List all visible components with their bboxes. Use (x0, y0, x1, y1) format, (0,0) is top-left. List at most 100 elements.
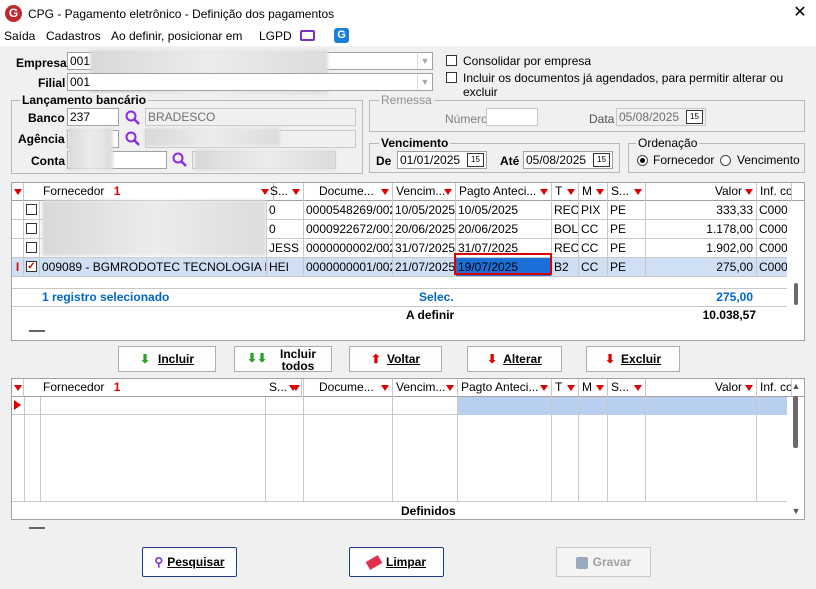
app-shortcut-icon[interactable]: G (334, 28, 349, 43)
filial-select[interactable]: 001 (67, 73, 433, 91)
cell-m: CC (579, 239, 608, 257)
col-s2[interactable]: S... (608, 379, 646, 397)
cell-s: 0 (267, 201, 304, 219)
numero-input[interactable] (486, 108, 538, 126)
monitor-icon[interactable] (300, 30, 315, 41)
cell-t: BOL (554, 220, 579, 238)
scroll-up-icon[interactable]: ▲ (790, 381, 802, 393)
ordenacao-fornecedor-radio[interactable] (637, 155, 648, 166)
cell-s2: PE (608, 258, 646, 276)
resize-handle[interactable] (29, 330, 45, 332)
filter-icon[interactable] (12, 379, 24, 397)
chevron-down-icon[interactable]: ▼ (417, 74, 432, 90)
voltar-button[interactable]: ⬆ Voltar (349, 346, 442, 372)
row-checkbox[interactable] (26, 223, 37, 234)
cell-s: HEI (267, 258, 304, 276)
row-checkbox-checked[interactable]: ✓ (26, 261, 37, 272)
col-s2[interactable]: S... (608, 183, 646, 201)
scrollbar-thumb[interactable] (794, 283, 798, 305)
definidos-label: Definidos (401, 504, 456, 518)
col-inf[interactable]: Inf. co (757, 379, 792, 397)
col-s[interactable]: S... (267, 183, 304, 201)
col-t[interactable]: T (552, 183, 579, 201)
empty-row-current[interactable] (12, 397, 787, 415)
cell-fornecedor: 009089 - BGMRODOTEC TECNOLOGIA E I... (42, 258, 267, 276)
incluir-button[interactable]: ⬇ Incluir (118, 346, 216, 372)
col-fornecedor[interactable]: Fornecedor 1 (40, 379, 302, 397)
redacted-agencia-name (145, 128, 280, 146)
col-m[interactable]: M (579, 379, 608, 397)
row-checkbox[interactable] (26, 204, 37, 215)
col-inf[interactable]: Inf. co (757, 183, 792, 201)
calendar-icon[interactable]: 15 (593, 153, 610, 167)
consolidar-checkbox[interactable] (446, 55, 457, 66)
pending-grid-header: Fornecedor 1 S... Docume... Vencim... Pa… (12, 183, 804, 201)
search-icon[interactable] (125, 110, 141, 126)
remessa-title: Remessa (379, 93, 434, 107)
col-valor[interactable]: Valor (646, 379, 757, 397)
empresa-code: 001 (70, 54, 91, 68)
ordenacao-vencimento-label: Vencimento (737, 153, 800, 167)
excluir-button[interactable]: ⬇ Excluir (586, 346, 680, 372)
window-title: CPG - Pagamento eletrônico - Definição d… (28, 7, 335, 21)
cell-s2: PE (608, 220, 646, 238)
selec-value: 275,00 (716, 290, 753, 304)
col-t[interactable]: T (552, 379, 579, 397)
menu-ao-definir[interactable]: Ao definir, posicionar em (111, 29, 242, 43)
ordenacao-vencimento-radio[interactable] (720, 155, 731, 166)
eraser-icon (365, 555, 383, 571)
table-row-selected[interactable]: I ✓ 009089 - BGMRODOTEC TECNOLOGIA E I..… (12, 258, 787, 277)
defined-grid-header: Fornecedor 1 S... Docume... Vencim... Pa… (12, 379, 804, 397)
ordenacao-title: Ordenação (636, 136, 700, 150)
cell-inf: C000 (759, 222, 787, 236)
cell-t: REC (554, 239, 579, 257)
resize-handle[interactable] (29, 527, 45, 529)
calendar-icon[interactable]: 15 (686, 110, 703, 124)
redacted-fornecedores (42, 200, 266, 256)
row-checkbox[interactable] (26, 242, 37, 253)
scrollbar-thumb[interactable] (793, 396, 798, 448)
ate-label: Até (500, 154, 520, 168)
lancamento-title: Lançamento bancário (20, 93, 149, 107)
pesquisar-button[interactable]: ⚲ Pesquisar (142, 547, 237, 577)
scroll-down-icon[interactable]: ▼ (790, 506, 802, 518)
cell-s: JESS (267, 239, 304, 257)
col-pagto[interactable]: Pagto Anteci... (458, 379, 552, 397)
cell-documento: 0000548269/002 (306, 201, 393, 219)
filial-code: 001 (70, 75, 91, 89)
col-vencimento[interactable]: Vencim... (393, 183, 456, 201)
col-pagto[interactable]: Pagto Anteci... (456, 183, 552, 201)
col-s[interactable]: S... (266, 379, 304, 397)
alterar-button[interactable]: ⬇ Alterar (467, 346, 562, 372)
cell-pagto[interactable]: 20/06/2025 (456, 220, 552, 238)
col-documento[interactable]: Docume... (304, 183, 393, 201)
filter-icon[interactable] (12, 183, 24, 201)
banco-code-input[interactable]: 237 (67, 108, 119, 126)
row-cursor-icon: I (12, 258, 24, 276)
consolidar-label: Consolidar por empresa (463, 54, 592, 68)
cell-m: CC (579, 220, 608, 238)
col-vencimento[interactable]: Vencim... (393, 379, 458, 397)
cell-t: REC (554, 201, 579, 219)
gravar-button[interactable]: Gravar (556, 547, 651, 577)
search-icon[interactable] (172, 152, 188, 168)
chevron-down-icon[interactable]: ▼ (417, 53, 432, 69)
col-fornecedor[interactable]: Fornecedor 1 (40, 183, 274, 201)
save-icon (575, 556, 588, 569)
incluir-agendados-checkbox[interactable] (446, 72, 457, 83)
menu-cadastros[interactable]: Cadastros (46, 29, 101, 43)
col-documento[interactable]: Docume... (304, 379, 393, 397)
close-button[interactable]: ✕ (790, 3, 810, 23)
col-valor[interactable]: Valor (646, 183, 757, 201)
menu-lgpd[interactable]: LGPD (259, 29, 292, 43)
arrows-down-green-icon: ⬇⬇ (247, 351, 268, 365)
menu-saida[interactable]: Saída (4, 29, 35, 43)
limpar-button[interactable]: Limpar (349, 547, 444, 577)
col-m[interactable]: M (579, 183, 608, 201)
empresa-label: Empresa (16, 56, 67, 70)
de-label: De (376, 154, 392, 168)
incluir-todos-button[interactable]: ⬇⬇ Incluir todos (234, 346, 332, 372)
calendar-icon[interactable]: 15 (467, 153, 484, 167)
search-icon[interactable] (125, 131, 141, 147)
cell-pagto[interactable]: 10/05/2025 (456, 201, 552, 219)
